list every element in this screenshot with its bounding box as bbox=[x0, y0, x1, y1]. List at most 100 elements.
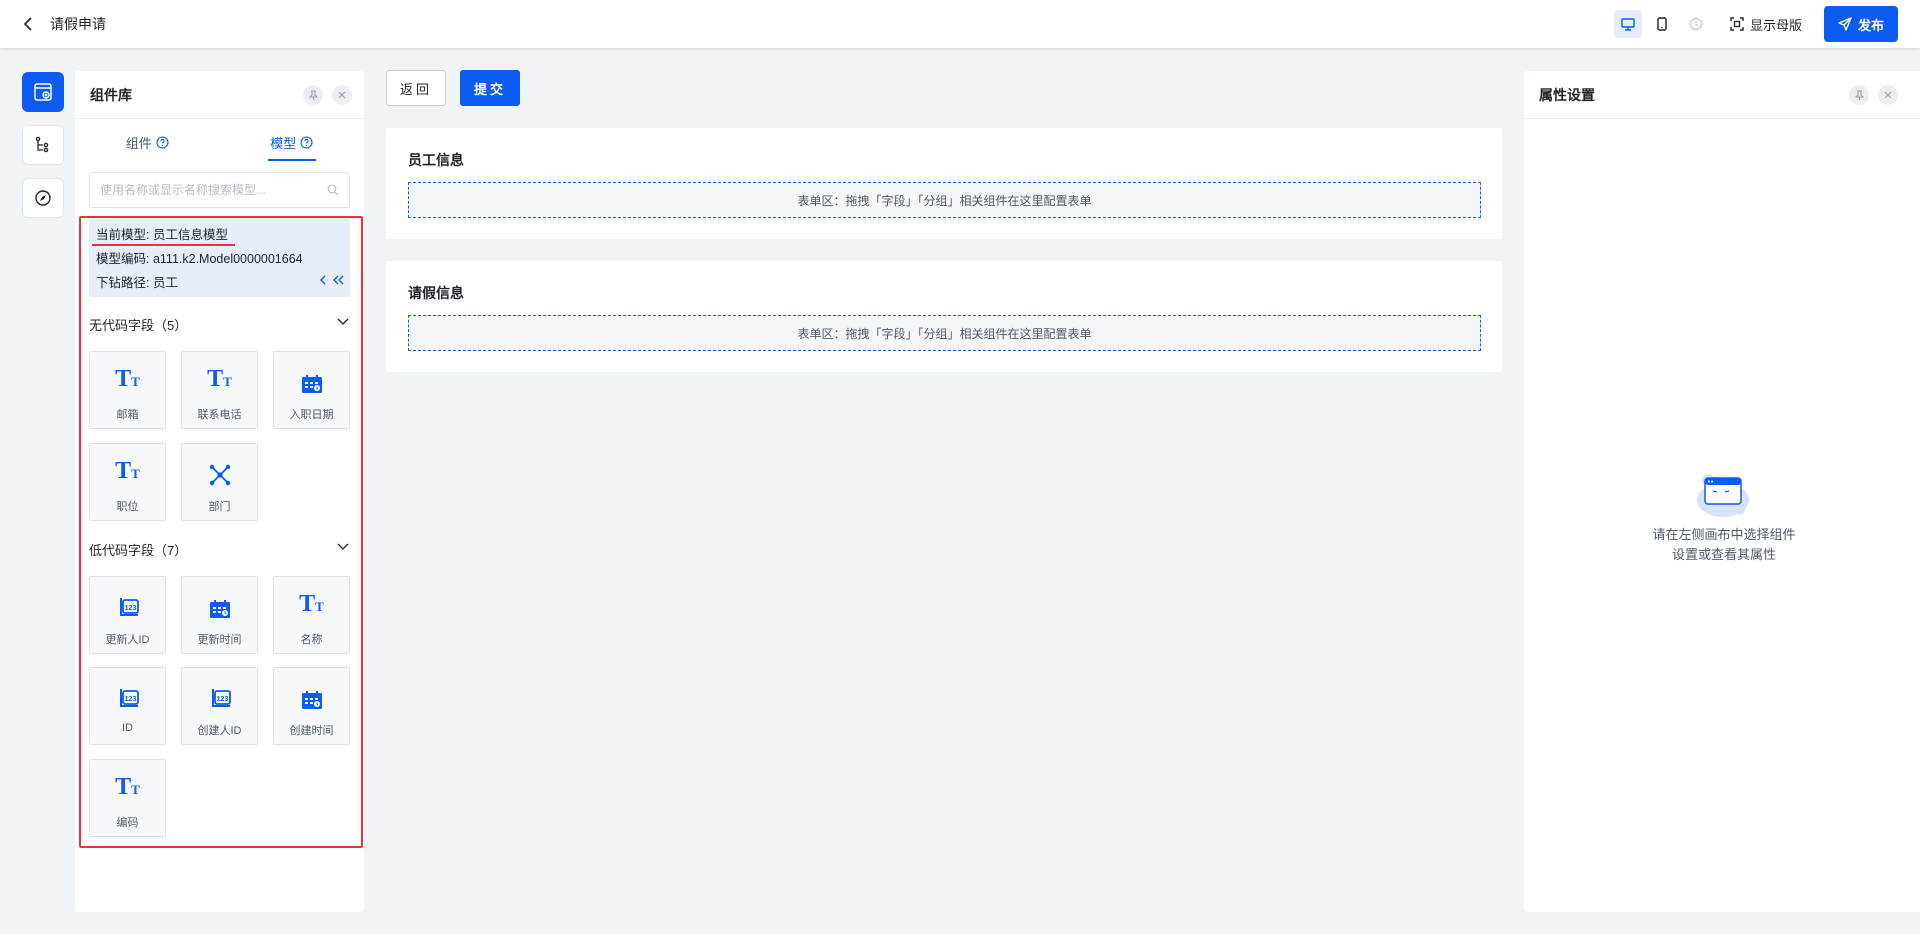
text-type-icon: TT bbox=[207, 366, 232, 392]
field-tile-create-time[interactable]: 创建时间 bbox=[273, 667, 350, 745]
calendar-icon bbox=[209, 600, 230, 618]
toolbar-right: 显示母版 发布 bbox=[1608, 6, 1898, 42]
field-label: 名称 bbox=[300, 634, 323, 646]
help-circle-icon bbox=[300, 135, 313, 149]
field-tile-id[interactable]: 123 ID bbox=[89, 667, 166, 745]
field-tile-creator-id[interactable]: 123 创建人ID bbox=[181, 667, 258, 745]
tab-components[interactable]: 组件 bbox=[75, 119, 220, 165]
field-label: 邮箱 bbox=[116, 409, 139, 421]
empty-state-line-2: 设置或查看其属性 bbox=[1671, 547, 1776, 562]
no-code-fields-title[interactable]: 无代码字段（5） bbox=[89, 315, 187, 334]
field-tile-email[interactable]: TT 邮箱 bbox=[89, 351, 166, 429]
form-drop-zone[interactable]: 表单区：拖拽「字段」「分组」相关组件在这里配置表单 bbox=[408, 315, 1481, 351]
chevron-down-icon[interactable] bbox=[337, 318, 349, 326]
tab-label: 组件 bbox=[125, 135, 152, 151]
section-card-leave-info: 请假信息 表单区：拖拽「字段」「分组」相关组件在这里配置表单 bbox=[386, 261, 1502, 372]
tree-structure-icon bbox=[35, 136, 49, 153]
field-tile-name[interactable]: TT 名称 bbox=[273, 576, 350, 654]
send-icon bbox=[1838, 17, 1852, 31]
calendar-icon bbox=[301, 691, 322, 709]
field-label: 入职日期 bbox=[289, 409, 334, 421]
close-panel-button[interactable] bbox=[332, 85, 352, 105]
number-icon: 123 bbox=[119, 689, 139, 707]
empty-state-line-1: 请在左侧画布中选择组件 bbox=[1652, 527, 1796, 542]
field-tile-position[interactable]: TT 职位 bbox=[89, 443, 166, 521]
section-card-employee-info: 员工信息 表单区：拖拽「字段」「分组」相关组件在这里配置表单 bbox=[386, 128, 1502, 239]
search-icon bbox=[327, 184, 339, 196]
section-title: 请假信息 bbox=[408, 285, 464, 301]
text-type-icon: TT bbox=[115, 366, 140, 392]
field-label: 创建时间 bbox=[289, 725, 334, 737]
help-circle-icon bbox=[156, 135, 169, 149]
show-master-label: 显示母版 bbox=[1749, 17, 1802, 33]
publish-button[interactable]: 发布 bbox=[1823, 6, 1898, 42]
low-code-fields-title[interactable]: 低代码字段（7） bbox=[89, 540, 187, 559]
section-title: 员工信息 bbox=[408, 152, 464, 168]
back-arrow-icon[interactable] bbox=[18, 14, 38, 34]
field-label: 编码 bbox=[116, 817, 139, 829]
calendar-icon bbox=[301, 375, 322, 393]
submit-button[interactable]: 提交 bbox=[460, 70, 520, 106]
pin-icon bbox=[1854, 90, 1864, 100]
field-tile-hire-date[interactable]: 入职日期 bbox=[273, 351, 350, 429]
page-title: 请假申请 bbox=[50, 16, 106, 32]
history-button[interactable] bbox=[1682, 10, 1710, 38]
highlight-underline bbox=[92, 244, 235, 246]
library-tabs: 组件 模型 bbox=[75, 119, 364, 165]
top-bar: 请假申请 显示母版 发布 bbox=[0, 0, 1920, 48]
svg-text:123: 123 bbox=[124, 696, 136, 703]
chevron-left-icon[interactable] bbox=[319, 275, 327, 285]
close-icon bbox=[1884, 91, 1892, 99]
settings-rail-button[interactable] bbox=[22, 178, 64, 218]
text-type-icon: TT bbox=[299, 591, 324, 617]
text-type-icon: TT bbox=[115, 774, 140, 800]
field-tile-department[interactable]: 部门 bbox=[181, 443, 258, 521]
model-search-box bbox=[89, 172, 350, 208]
field-label: 创建人ID bbox=[197, 725, 242, 737]
drill-back-buttons[interactable] bbox=[319, 273, 344, 288]
tab-label: 模型 bbox=[270, 135, 297, 151]
field-tile-code[interactable]: TT 编码 bbox=[89, 759, 166, 837]
number-icon: 123 bbox=[211, 689, 231, 707]
chevron-down-icon[interactable] bbox=[337, 543, 349, 551]
model-search-input[interactable] bbox=[100, 183, 320, 197]
form-drop-zone[interactable]: 表单区：拖拽「字段」「分组」相关组件在这里配置表单 bbox=[408, 182, 1481, 218]
tab-models[interactable]: 模型 bbox=[220, 119, 365, 165]
panel-header: 组件库 bbox=[75, 71, 364, 119]
panel-header: 属性设置 bbox=[1524, 71, 1920, 119]
model-code: 模型编码: a111.k2.Model0000001664 bbox=[96, 252, 303, 266]
show-master-button[interactable]: 显示母版 bbox=[1730, 15, 1802, 34]
clock-icon bbox=[1689, 17, 1703, 31]
text-type-icon: TT bbox=[115, 458, 140, 484]
mobile-icon bbox=[1657, 17, 1667, 31]
compass-icon bbox=[35, 190, 51, 206]
back-button[interactable]: 返回 bbox=[386, 70, 446, 106]
double-chevron-left-icon[interactable] bbox=[332, 275, 344, 285]
model-highlight-frame bbox=[79, 216, 363, 848]
field-tile-update-time[interactable]: 更新时间 bbox=[181, 576, 258, 654]
drill-path: 下钻路径: 员工 bbox=[96, 276, 178, 290]
panel-title: 组件库 bbox=[90, 86, 132, 103]
close-panel-button[interactable] bbox=[1878, 85, 1898, 105]
field-tile-phone[interactable]: TT 联系电话 bbox=[181, 351, 258, 429]
field-label: 更新人ID bbox=[105, 634, 150, 646]
svg-text:123: 123 bbox=[216, 696, 228, 703]
close-icon bbox=[338, 91, 346, 99]
publish-label: 发布 bbox=[1857, 17, 1884, 33]
current-model-info: 当前模型: 员工信息模型 模型编码: a111.k2.Model00000016… bbox=[89, 219, 350, 297]
org-tree-icon bbox=[209, 464, 230, 486]
empty-state-illustration-icon bbox=[1697, 474, 1749, 517]
outline-tree-rail-button[interactable] bbox=[22, 125, 64, 165]
mobile-view-button[interactable] bbox=[1648, 10, 1676, 38]
component-library-rail-button[interactable] bbox=[22, 72, 64, 112]
pin-icon bbox=[308, 90, 318, 100]
pin-button[interactable] bbox=[303, 85, 323, 105]
field-label: ID bbox=[122, 722, 133, 734]
pin-button[interactable] bbox=[1849, 85, 1869, 105]
desktop-view-button[interactable] bbox=[1613, 10, 1642, 38]
svg-text:123: 123 bbox=[124, 605, 136, 612]
field-label: 部门 bbox=[208, 501, 231, 513]
field-label: 更新时间 bbox=[197, 634, 242, 646]
desktop-icon bbox=[1621, 17, 1635, 31]
field-tile-updater-id[interactable]: 123 更新人ID bbox=[89, 576, 166, 654]
